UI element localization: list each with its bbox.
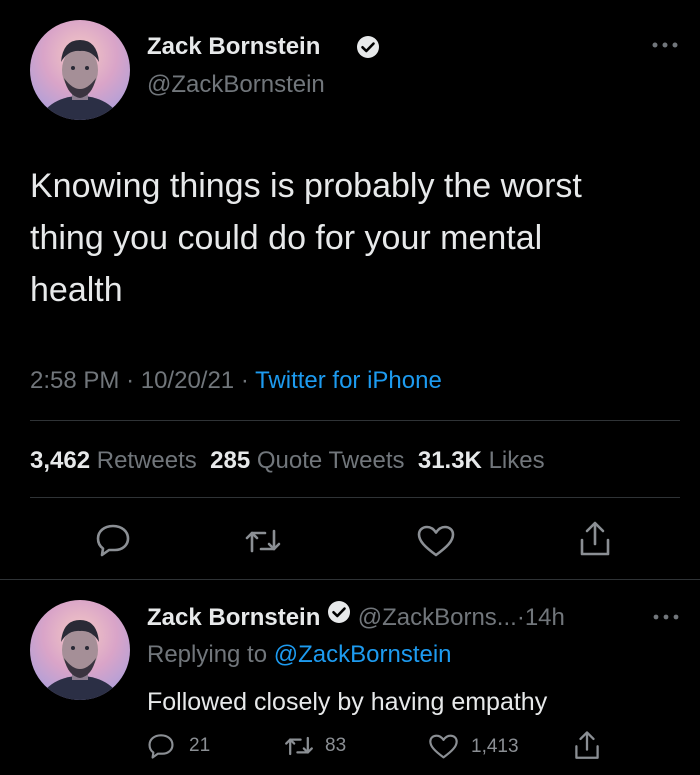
divider (0, 579, 700, 580)
tweet-time[interactable]: 2:58 PM (30, 367, 119, 394)
reply-header: Zack Bornstein @ZackBorns...·14h (147, 600, 565, 634)
retweets-stat[interactable]: 3,462 Retweets (30, 447, 197, 474)
separator: · (516, 604, 525, 631)
share-icon[interactable] (578, 520, 612, 558)
quote-tweets-count: 285 (210, 447, 251, 474)
retweet-count: 83 (325, 735, 347, 756)
timestamp-row: 2:58 PM · 10/20/21 · Twitter for iPhone (30, 364, 442, 398)
share-icon[interactable] (573, 730, 601, 761)
reply-action-reply[interactable]: 21 (147, 733, 210, 759)
reply-more-options-icon[interactable] (652, 612, 680, 622)
reply-count: 21 (189, 735, 211, 756)
divider (30, 497, 680, 498)
reply-icon[interactable] (95, 523, 131, 557)
retweet-icon[interactable] (243, 525, 283, 557)
quote-tweets-label: Quote Tweets (256, 447, 405, 474)
stats-row: 3,462 Retweets 285 Quote Tweets 31.3K Li… (30, 444, 545, 478)
tweet-text-line: thing you could do for your mental (30, 219, 543, 257)
avatar[interactable] (30, 20, 130, 120)
display-name[interactable]: Zack Bornstein (147, 31, 320, 63)
tweet-text: Knowing things is probably the worst thi… (30, 160, 582, 316)
reply-icon (147, 733, 175, 759)
tweet-date[interactable]: 10/20/21 (141, 367, 234, 394)
tweet-text-line: health (30, 271, 123, 309)
handle[interactable]: @ZackBornstein (147, 69, 325, 101)
reply-avatar[interactable] (30, 600, 130, 700)
replying-to-line: Replying to @ZackBornstein (147, 639, 452, 671)
tweet-text-line: Knowing things is probably the worst (30, 167, 582, 205)
replying-to-label: Replying to (147, 641, 268, 668)
more-options-icon[interactable] (650, 40, 680, 50)
like-icon[interactable] (416, 524, 456, 558)
verified-badge-icon (356, 35, 380, 64)
reply-handle[interactable]: @ZackBorns... (358, 604, 517, 631)
reply-age[interactable]: 14h (525, 604, 565, 631)
like-count: 1,413 (471, 735, 519, 757)
reply-text: Followed closely by having empathy (147, 688, 548, 716)
reply-action-retweet[interactable]: 83 (283, 733, 346, 759)
quote-tweets-stat[interactable]: 285 Quote Tweets (210, 447, 404, 474)
divider (30, 420, 680, 421)
reply-display-name[interactable]: Zack Bornstein (147, 604, 320, 631)
retweet-icon (283, 733, 315, 759)
retweets-count: 3,462 (30, 447, 91, 474)
verified-badge-icon (327, 600, 351, 633)
likes-label: Likes (488, 447, 545, 474)
separator: · (240, 367, 249, 394)
likes-stat[interactable]: 31.3K Likes (418, 447, 545, 474)
likes-count: 31.3K (417, 447, 482, 474)
retweets-label: Retweets (96, 447, 197, 474)
tweet-source-link[interactable]: Twitter for iPhone (255, 367, 442, 394)
reply-action-like[interactable]: 1,413 (428, 733, 519, 760)
like-icon (428, 733, 459, 760)
replying-to-link[interactable]: @ZackBornstein (274, 641, 452, 668)
separator: · (126, 367, 135, 394)
